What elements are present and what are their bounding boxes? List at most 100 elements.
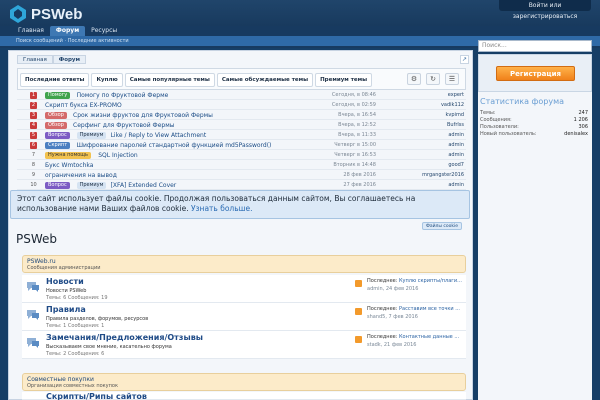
thread-title[interactable]: Букс Wmtochka — [45, 161, 93, 170]
search-input[interactable]: Поиск... — [478, 40, 592, 52]
forum-desc: Правила разделов, форумов, ресурсов — [46, 316, 149, 322]
forum-row[interactable]: Скрипты/Рипы сайтов — [22, 392, 466, 400]
thread-row[interactable]: 6 Скрипт Шифрование паролей стандартной фу… — [17, 141, 466, 150]
sidebar: Поиск... Регистрация Статистика форума Т… — [478, 40, 592, 400]
forum-title[interactable]: Замечания/Предложения/Отзывы — [46, 333, 203, 342]
last-post-meta[interactable]: shand5, 7 фев 2016 — [367, 314, 418, 320]
category-header[interactable]: Совместные покупки Организация совместны… — [22, 373, 466, 391]
stat-value: 247 — [578, 110, 588, 116]
tab-premium[interactable]: Премиум темы — [315, 73, 373, 87]
site-logo[interactable]: PSWeb — [8, 4, 82, 24]
menu-icon[interactable]: ☰ — [445, 73, 459, 85]
last-post-meta[interactable]: admin, 24 фев 2016 — [367, 286, 418, 292]
register-button[interactable]: Регистрация — [496, 66, 575, 81]
category-header[interactable]: PSWeb.ru Сообщения администрации — [22, 255, 466, 273]
thread-user[interactable]: expert — [394, 91, 464, 100]
tab-latest-replies[interactable]: Последние ответы — [20, 73, 90, 87]
jump-icon[interactable]: ↗ — [460, 55, 469, 64]
category-name[interactable]: PSWeb.ru — [27, 258, 461, 265]
thread-rank: 7 — [31, 152, 36, 158]
stat-value[interactable]: denisalex — [564, 131, 588, 138]
tab-buy[interactable]: Куплю — [91, 73, 123, 87]
thread-prefix[interactable]: Помогу — [45, 92, 71, 99]
thread-row[interactable]: 4 Обзор Серфинг для Фруктовой Фермы Вчера, … — [17, 121, 466, 130]
thread-user[interactable]: vadik112 — [394, 101, 464, 110]
last-post-meta[interactable]: stadk, 21 фев 2016 — [367, 342, 416, 348]
forum-title[interactable]: Правила — [46, 305, 86, 314]
thread-row[interactable]: 2 Скрипт букса EX-PROMO Сегодня, в 02:59 va… — [17, 101, 466, 110]
thread-rank: 5 — [30, 132, 37, 139]
thread-rank: 9 — [31, 172, 36, 178]
premium-badge[interactable]: Премиум — [76, 132, 107, 139]
last-post-title[interactable]: Куплю скрипты/плаги... — [399, 278, 462, 284]
settings-icon[interactable]: ⚙ — [407, 73, 421, 85]
thread-user[interactable]: kvpimd — [394, 111, 464, 120]
thread-user[interactable]: Bufrlss — [394, 121, 464, 130]
thread-title[interactable]: Скрипт букса EX-PROMO — [45, 101, 122, 110]
forum-desc: Новости PSWeb — [46, 288, 87, 294]
thread-row[interactable]: 5 Вопрос Премиум Like / Reply to View Attac… — [17, 131, 466, 140]
thread-prefix[interactable]: Обзор — [45, 122, 67, 129]
forum-title[interactable]: Скрипты/Рипы сайтов — [46, 392, 147, 400]
tab-resources[interactable]: Ресурсы — [85, 26, 123, 36]
thread-user[interactable]: good7 — [394, 161, 464, 170]
login-register-link[interactable]: Войти или зарегистрироваться — [499, 0, 591, 20]
stat-value: 1 206 — [573, 117, 588, 123]
thread-title[interactable]: Серфинг для Фруктовой Фермы — [73, 121, 174, 130]
site-name: PSWeb — [31, 5, 83, 23]
thread-row[interactable]: 1 Помогу Помогу по Фруктовой Ферме Сегодня,… — [17, 91, 466, 100]
thread-title[interactable]: ограничения на вывод — [45, 171, 117, 180]
premium-badge[interactable]: Премиум — [76, 182, 107, 189]
thread-title[interactable]: Like / Reply to View Attachment — [111, 131, 207, 140]
thread-row[interactable]: 9 ограничения на вывод 28 фев 2016 mrgangst… — [17, 171, 466, 180]
thread-user[interactable]: mrgangster2016 — [394, 171, 464, 180]
breadcrumb-forum[interactable]: Форум — [52, 55, 87, 64]
rss-icon[interactable] — [355, 308, 362, 315]
thread-prefix[interactable]: Нужна помощь — [45, 152, 91, 159]
thread-user[interactable]: admin — [394, 181, 464, 190]
last-post: Последнее: Куплю скрипты/плаги... — [367, 278, 462, 284]
sidebar-panel: Регистрация Статистика форума Темы: 247 С… — [478, 54, 592, 400]
rss-icon[interactable] — [355, 280, 362, 287]
thread-rank: 3 — [30, 112, 37, 119]
top-header: PSWeb Войти или зарегистрироваться — [0, 0, 600, 26]
thread-title[interactable]: Срок жизни фруктов для Фруктовой Фермы — [73, 111, 213, 120]
stat-key: Новый пользователь: — [480, 131, 537, 137]
tab-popular[interactable]: Самые популярные темы — [124, 73, 215, 87]
thread-prefix[interactable]: Вопрос — [45, 132, 70, 139]
last-post: Последнее: Расставим все точки ... — [367, 306, 462, 312]
refresh-icon[interactable]: ↻ — [426, 73, 440, 85]
thread-title[interactable]: [XFA] Extended Cover — [111, 181, 177, 190]
cookie-more-link[interactable]: Узнать больше. — [191, 204, 253, 213]
forum-row[interactable]: Правила Правила разделов, форумов, ресур… — [22, 303, 466, 331]
thread-row[interactable]: 8 Букс Wmtochka Вторник в 14:48 good7 — [17, 161, 466, 170]
tab-home[interactable]: Главная — [12, 26, 50, 36]
forum-icon — [27, 310, 39, 320]
tab-forum[interactable]: Форум — [49, 26, 86, 36]
category-name[interactable]: Совместные покупки — [27, 376, 461, 383]
forum-title[interactable]: Новости — [46, 277, 84, 286]
last-post-title[interactable]: Расставим все точки ... — [399, 306, 460, 312]
thread-date: Четверг в 16:53 — [334, 152, 376, 158]
thread-row[interactable]: 3 Обзор Срок жизни фруктов для Фруктовой Ф… — [17, 111, 466, 120]
forum-row[interactable]: Замечания/Предложения/Отзывы Высказываем… — [22, 331, 466, 359]
rss-icon[interactable] — [355, 336, 362, 343]
thread-prefix[interactable]: Вопрос — [45, 182, 70, 189]
last-post-title[interactable]: Контактные данные ... — [399, 334, 459, 340]
thread-title[interactable]: Помогу по Фруктовой Ферме — [77, 91, 169, 100]
thread-user[interactable]: admin — [394, 131, 464, 140]
thread-date: Вчера, в 16:54 — [338, 112, 376, 118]
breadcrumb-home[interactable]: Главная — [17, 55, 53, 64]
thread-user[interactable]: admin — [394, 151, 464, 160]
thread-user[interactable]: admin — [394, 141, 464, 150]
thread-title[interactable]: Шифрование паролей стандартной функцией … — [77, 141, 272, 150]
thread-prefix[interactable]: Скрипт — [45, 142, 71, 149]
thread-prefix[interactable]: Обзор — [45, 112, 67, 119]
thread-row[interactable]: 7 Нужна помощь SQL Injection Четверг в 16:5… — [17, 151, 466, 160]
thread-title[interactable]: SQL Injection — [98, 151, 138, 160]
last-post-label: Последнее: — [367, 278, 399, 284]
forum-row[interactable]: Новости Новости PSWeb Темы: 6 Сообщения:… — [22, 275, 466, 303]
thread-row[interactable]: 10 Вопрос Премиум [XFA] Extended Cover 27 фе… — [17, 181, 466, 190]
cookie-accept-button[interactable]: Файлы cookie — [422, 222, 463, 230]
tab-discussed[interactable]: Самые обсуждаемые темы — [216, 73, 314, 87]
